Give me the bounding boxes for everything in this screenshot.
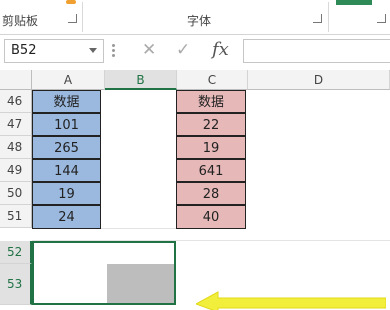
formula-bar: B52 ✕ ✓ fx (0, 35, 390, 69)
cell-c51[interactable]: 40 (176, 205, 246, 229)
column-header-b[interactable]: B (105, 70, 177, 90)
font-dialog-launcher-icon[interactable] (313, 14, 322, 23)
column-header-c[interactable]: C (177, 70, 248, 90)
selection-range[interactable] (32, 241, 176, 305)
cell-a51[interactable]: 24 (32, 205, 101, 229)
drag-handle-icon[interactable] (112, 44, 115, 58)
column-header-d[interactable]: D (248, 70, 390, 90)
cell-a48[interactable]: 265 (32, 136, 101, 159)
row-header-52[interactable]: 52 (0, 241, 32, 264)
name-box[interactable]: B52 (4, 39, 104, 63)
ribbon-separator (328, 2, 329, 32)
cell-c46[interactable]: 数据 (176, 90, 246, 113)
worksheet-grid[interactable]: A B C D 46 47 48 49 50 51 52 53 数据 101 2… (0, 70, 390, 310)
row-header-51[interactable]: 51 (0, 205, 32, 228)
cell-c47[interactable]: 22 (176, 113, 246, 136)
column-header-a[interactable]: A (32, 70, 105, 90)
row-gap (32, 229, 390, 241)
paste-icon-fragment[interactable] (66, 0, 76, 4)
enter-icon[interactable]: ✓ (176, 40, 190, 60)
cell-c49[interactable]: 641 (176, 159, 246, 182)
cell-a47[interactable]: 101 (32, 113, 101, 136)
insert-function-button[interactable]: fx (212, 39, 229, 60)
chevron-down-icon[interactable] (89, 48, 97, 53)
row-header-48[interactable]: 48 (0, 136, 32, 159)
ribbon: 剪贴板 字体 (0, 0, 390, 35)
select-all-corner[interactable] (0, 70, 32, 90)
column-b-cells[interactable] (101, 90, 177, 229)
font-group-label: 字体 (187, 14, 212, 28)
annotation-arrow-icon (196, 291, 386, 310)
name-box-value: B52 (11, 43, 37, 58)
alignment-icon-fragment[interactable] (336, 0, 372, 5)
cancel-icon[interactable]: ✕ (142, 40, 156, 60)
row-header-50[interactable]: 50 (0, 182, 32, 205)
cell-a49[interactable]: 144 (32, 159, 101, 182)
cell-c48[interactable]: 19 (176, 136, 246, 159)
row-header-53[interactable]: 53 (0, 264, 32, 305)
row-header-47[interactable]: 47 (0, 113, 32, 136)
formula-input[interactable] (243, 39, 390, 63)
clipboard-group-label: 剪贴板 (2, 14, 39, 28)
cell-a46[interactable]: 数据 (32, 90, 101, 113)
ribbon-separator (82, 2, 83, 32)
row-header-49[interactable]: 49 (0, 159, 32, 182)
row-header-46[interactable]: 46 (0, 90, 32, 113)
clipboard-dialog-launcher-icon[interactable] (68, 14, 77, 23)
cell-c50[interactable]: 28 (176, 182, 246, 205)
alignment-dialog-launcher-icon[interactable] (377, 14, 386, 23)
cell-a50[interactable]: 19 (32, 182, 101, 205)
